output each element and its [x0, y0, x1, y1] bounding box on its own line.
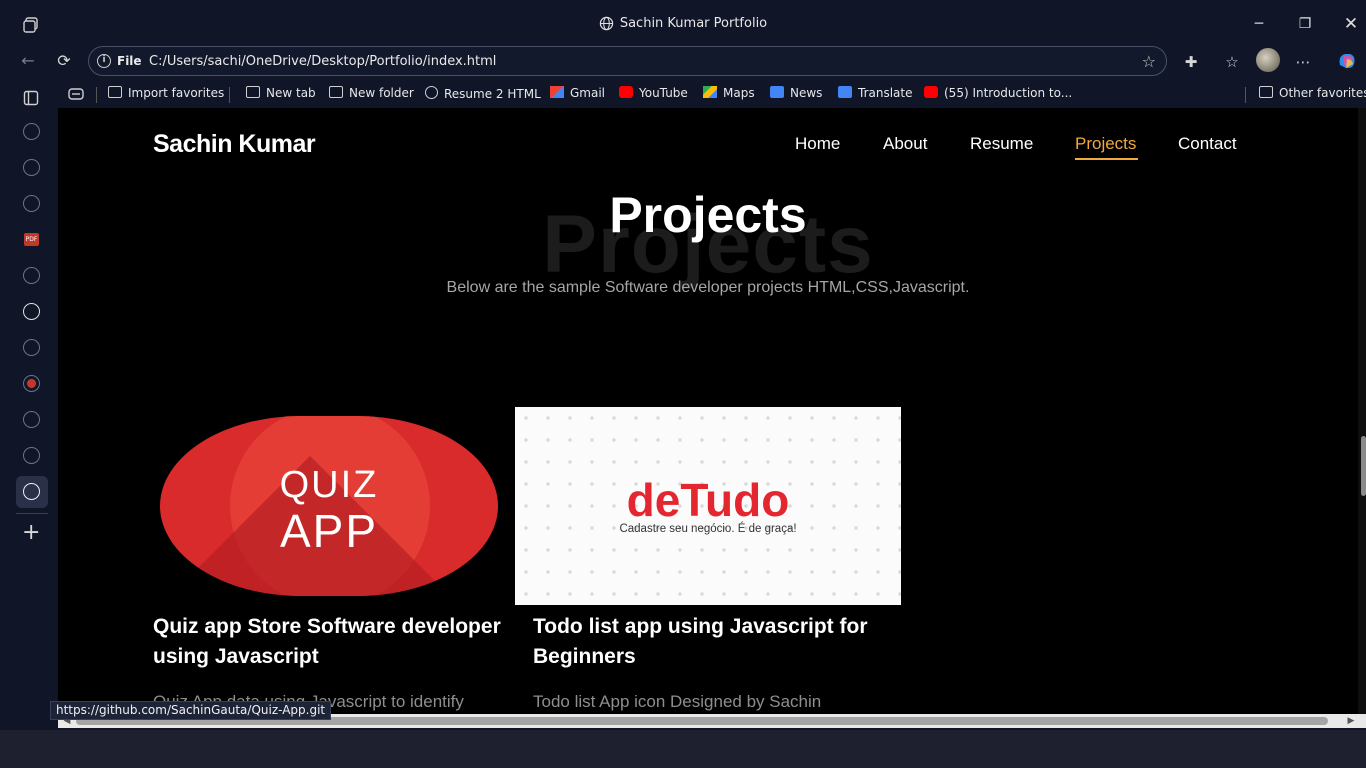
image-brand-text: deTudo — [626, 474, 790, 526]
profile-avatar[interactable] — [1256, 48, 1280, 72]
translate-icon — [838, 86, 852, 98]
image-tagline: Cadastre seu negócio. É de graça! — [619, 523, 797, 535]
fav-translate[interactable]: Translate — [838, 86, 913, 100]
browser-window: Sachin Kumar Portfolio ─ ❐ ✕ ← ⟳ i File … — [0, 0, 1366, 730]
back-icon[interactable]: ← — [18, 51, 38, 71]
vertical-scrollbar-thumb[interactable] — [1361, 436, 1366, 496]
project-image-quiz-app[interactable]: QUIZ APP — [160, 416, 498, 596]
tab-globe-icon[interactable] — [23, 447, 40, 464]
nav-contact[interactable]: Contact — [1178, 134, 1237, 154]
scroll-right-arrow-icon[interactable]: ▶ — [1344, 714, 1358, 728]
fav-import-favorites[interactable]: Import favorites — [108, 86, 224, 100]
divider — [1245, 87, 1246, 103]
refresh-icon[interactable]: ⟳ — [54, 51, 74, 71]
fav-label: Import favorites — [128, 86, 225, 100]
section-title: Projects — [609, 187, 807, 243]
folder-icon — [1259, 86, 1273, 98]
nav-projects[interactable]: Projects — [1075, 134, 1136, 154]
section-subtitle: Below are the sample Software developer … — [446, 279, 970, 296]
fav-maps[interactable]: Maps — [703, 86, 755, 100]
site-logo[interactable]: Sachin Kumar — [153, 130, 316, 159]
tab-globe-icon[interactable] — [23, 411, 40, 428]
close-icon[interactable]: ✕ — [1341, 14, 1361, 34]
project-title[interactable]: Quiz app Store Software developer using … — [153, 612, 513, 672]
divider — [96, 87, 97, 103]
collections-icon[interactable] — [68, 87, 84, 101]
copilot-icon[interactable] — [1336, 50, 1358, 72]
tab-actions-icon[interactable] — [23, 90, 39, 106]
fav-label: YouTube — [639, 86, 688, 100]
pdf-icon[interactable]: PDF — [24, 233, 39, 246]
fav-other-favorites[interactable]: Other favorites — [1259, 86, 1366, 100]
fav-youtube[interactable]: YouTube — [619, 86, 688, 100]
nav-home[interactable]: Home — [795, 134, 840, 154]
globe-icon — [599, 16, 614, 31]
tab-icon — [246, 86, 260, 98]
fav-label: Translate — [858, 86, 913, 100]
nav-active-underline — [1075, 158, 1138, 160]
tab-globe-icon[interactable] — [23, 339, 40, 356]
tab-globe-icon[interactable] — [23, 267, 40, 284]
folder-icon — [329, 86, 343, 98]
globe-icon — [425, 86, 438, 99]
vertical-scrollbar[interactable] — [1358, 108, 1366, 714]
fav-gmail[interactable]: Gmail — [550, 86, 605, 100]
address-scheme: File — [117, 54, 142, 68]
record-icon[interactable] — [23, 375, 40, 392]
fav-label: (55) Introduction to... — [944, 86, 1073, 100]
active-tab-globe-icon[interactable] — [23, 483, 40, 500]
fav-label: Maps — [723, 86, 755, 100]
divider — [229, 87, 230, 103]
tab-globe-icon[interactable] — [23, 303, 40, 320]
project-description: Todo list App icon Designed by Sachin — [533, 692, 822, 711]
fav-label: New folder — [349, 86, 414, 100]
fav-new-tab[interactable]: New tab — [246, 86, 316, 100]
vertical-tabs-sidebar: PDF + — [0, 81, 58, 730]
fav-label: Resume 2 HTML — [444, 87, 541, 101]
favorites-bar: Import favorites New tab New folder Resu… — [58, 81, 1366, 108]
project-image-detudo[interactable]: deTudo Cadastre seu negócio. É de graça! — [515, 407, 901, 605]
youtube-icon — [619, 86, 633, 98]
window-title-text: Sachin Kumar Portfolio — [619, 16, 768, 31]
fav-label: Gmail — [570, 86, 606, 100]
tab-globe-icon[interactable] — [23, 159, 40, 176]
fav-new-folder[interactable]: New folder — [329, 86, 414, 100]
image-text-app: APP — [279, 505, 379, 557]
favorite-star-icon[interactable]: ☆ — [1142, 52, 1156, 71]
fav-introduction[interactable]: (55) Introduction to... — [924, 86, 1072, 100]
new-tab-plus-icon[interactable]: + — [22, 522, 40, 544]
import-icon — [108, 86, 122, 98]
nav-resume[interactable]: Resume — [970, 134, 1033, 154]
title-bar: Sachin Kumar Portfolio ─ ❐ ✕ — [0, 8, 1366, 40]
address-url[interactable]: C:/Users/sachi/OneDrive/Desktop/Portfoli… — [149, 54, 496, 69]
address-bar[interactable]: i File C:/Users/sachi/OneDrive/Desktop/P… — [88, 46, 1167, 76]
maps-icon — [703, 86, 717, 98]
fav-label: News — [790, 86, 823, 100]
page-viewport: Sachin Kumar Home About Resume Projects … — [58, 108, 1358, 714]
fav-news[interactable]: News — [770, 86, 822, 100]
fav-resume-2-html[interactable]: Resume 2 HTML — [425, 86, 541, 101]
extensions-icon[interactable]: ✚ — [1180, 51, 1202, 73]
gmail-icon — [550, 86, 564, 98]
image-text-quiz: QUIZ — [279, 464, 379, 506]
link-status-bubble: https://github.com/SachinGauta/Quiz-App.… — [50, 701, 332, 720]
tab-globe-icon[interactable] — [23, 123, 40, 140]
nav-about[interactable]: About — [883, 134, 927, 154]
toolbar: ← ⟳ i File C:/Users/sachi/OneDrive/Deskt… — [0, 42, 1366, 80]
favorites-icon[interactable]: ☆ — [1221, 51, 1243, 73]
more-menu-icon[interactable]: ⋯ — [1292, 51, 1314, 73]
youtube-icon — [924, 86, 938, 98]
window-title: Sachin Kumar Portfolio — [0, 16, 1366, 31]
restore-icon[interactable]: ❐ — [1295, 14, 1315, 34]
divider — [16, 513, 48, 514]
tab-globe-icon[interactable] — [23, 195, 40, 212]
fav-label: Other favorites — [1279, 86, 1366, 100]
minimize-icon[interactable]: ─ — [1249, 14, 1269, 34]
project-title[interactable]: Todo list app using Javascript for Begin… — [533, 612, 893, 672]
fav-label: New tab — [266, 86, 316, 100]
news-icon — [770, 86, 784, 98]
info-icon[interactable]: i — [97, 54, 111, 68]
